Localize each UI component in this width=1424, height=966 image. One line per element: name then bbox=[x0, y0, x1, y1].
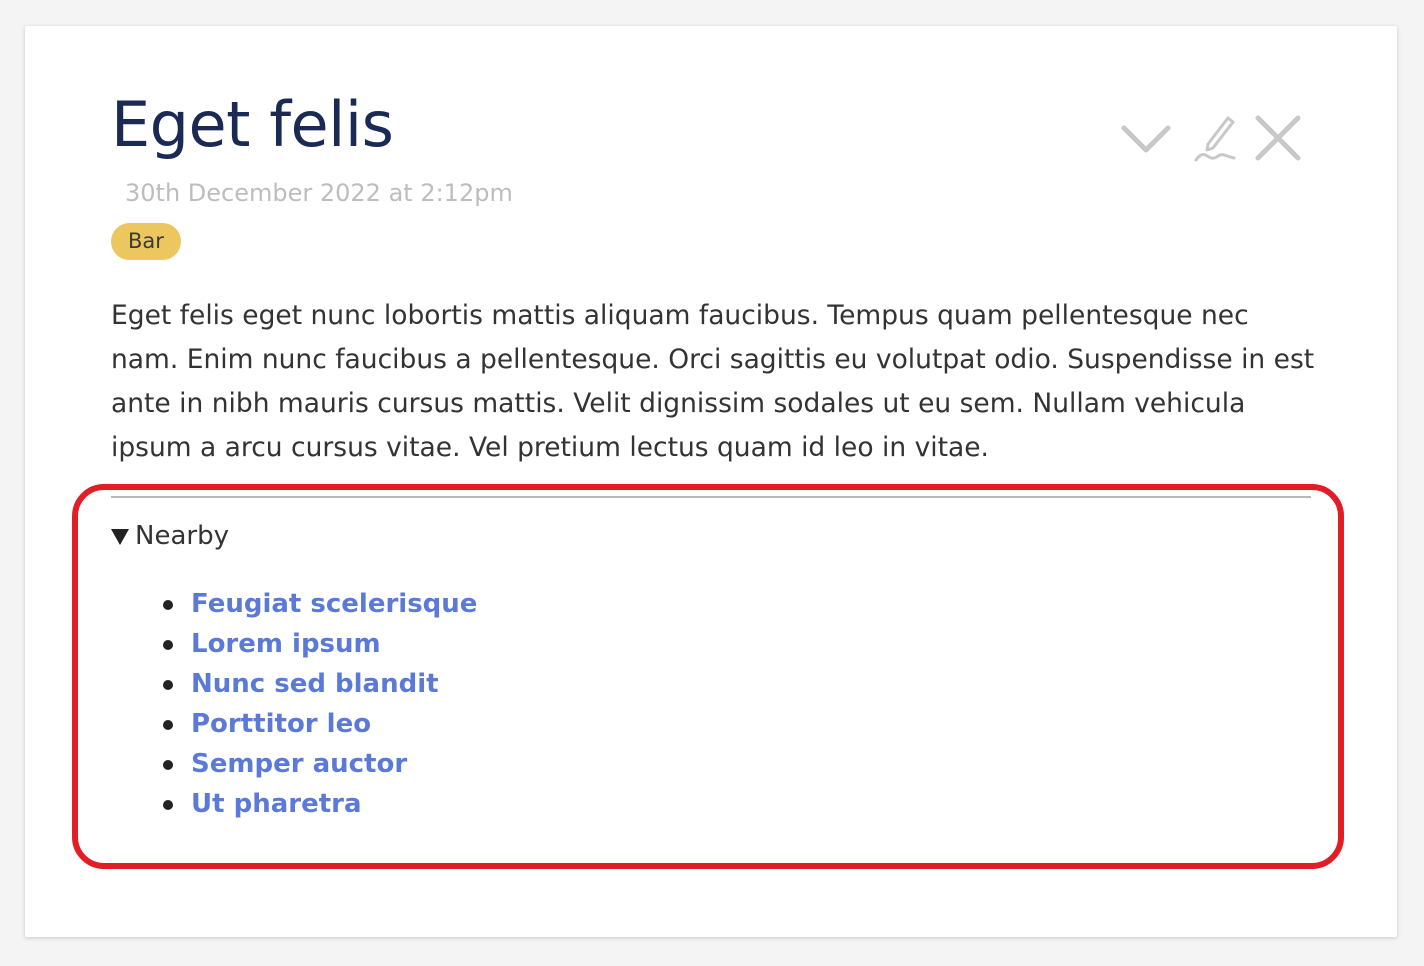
close-icon bbox=[1252, 112, 1304, 164]
bullet-icon bbox=[163, 640, 173, 650]
nearby-link[interactable]: Semper auctor bbox=[191, 749, 407, 779]
tag-pill[interactable]: Bar bbox=[111, 223, 181, 260]
nearby-link[interactable]: Porttitor leo bbox=[191, 709, 371, 739]
nearby-link[interactable]: Nunc sed blandit bbox=[191, 669, 439, 699]
nearby-label: Nearby bbox=[135, 521, 229, 551]
chevron-down-icon bbox=[1120, 112, 1172, 164]
triangle-down-icon bbox=[111, 529, 129, 545]
tiddler-title: Eget felis bbox=[111, 88, 394, 161]
tiddler-controls bbox=[1120, 112, 1306, 164]
bullet-icon bbox=[163, 800, 173, 810]
pencil-icon bbox=[1186, 112, 1238, 164]
nearby-list: Feugiat scelerisque Lorem ipsum Nunc sed… bbox=[111, 584, 477, 824]
nearby-toggle[interactable]: Nearby bbox=[111, 521, 229, 551]
nearby-link[interactable]: Lorem ipsum bbox=[191, 629, 381, 659]
list-item: Ut pharetra bbox=[111, 784, 477, 824]
tiddler-subtitle: 30th December 2022 at 2:12pm bbox=[125, 179, 513, 207]
list-item: Lorem ipsum bbox=[111, 624, 477, 664]
list-item: Porttitor leo bbox=[111, 704, 477, 744]
bullet-icon bbox=[163, 760, 173, 770]
bullet-icon bbox=[163, 680, 173, 690]
list-item: Nunc sed blandit bbox=[111, 664, 477, 704]
close-button[interactable] bbox=[1252, 112, 1304, 164]
tiddler-card: Eget felis 30th December 2022 at 2:12pm … bbox=[25, 26, 1397, 937]
nearby-link[interactable]: Ut pharetra bbox=[191, 789, 362, 819]
list-item: Semper auctor bbox=[111, 744, 477, 784]
bullet-icon bbox=[163, 600, 173, 610]
bullet-icon bbox=[163, 720, 173, 730]
edit-button[interactable] bbox=[1186, 112, 1238, 164]
list-item: Feugiat scelerisque bbox=[111, 584, 477, 624]
nearby-link[interactable]: Feugiat scelerisque bbox=[191, 589, 477, 619]
tiddler-body: Eget felis eget nunc lobortis mattis ali… bbox=[111, 300, 1315, 463]
more-button[interactable] bbox=[1120, 112, 1172, 164]
nearby-section: Nearby Feugiat scelerisque Lorem ipsum N… bbox=[111, 496, 1311, 819]
divider bbox=[111, 496, 1311, 498]
